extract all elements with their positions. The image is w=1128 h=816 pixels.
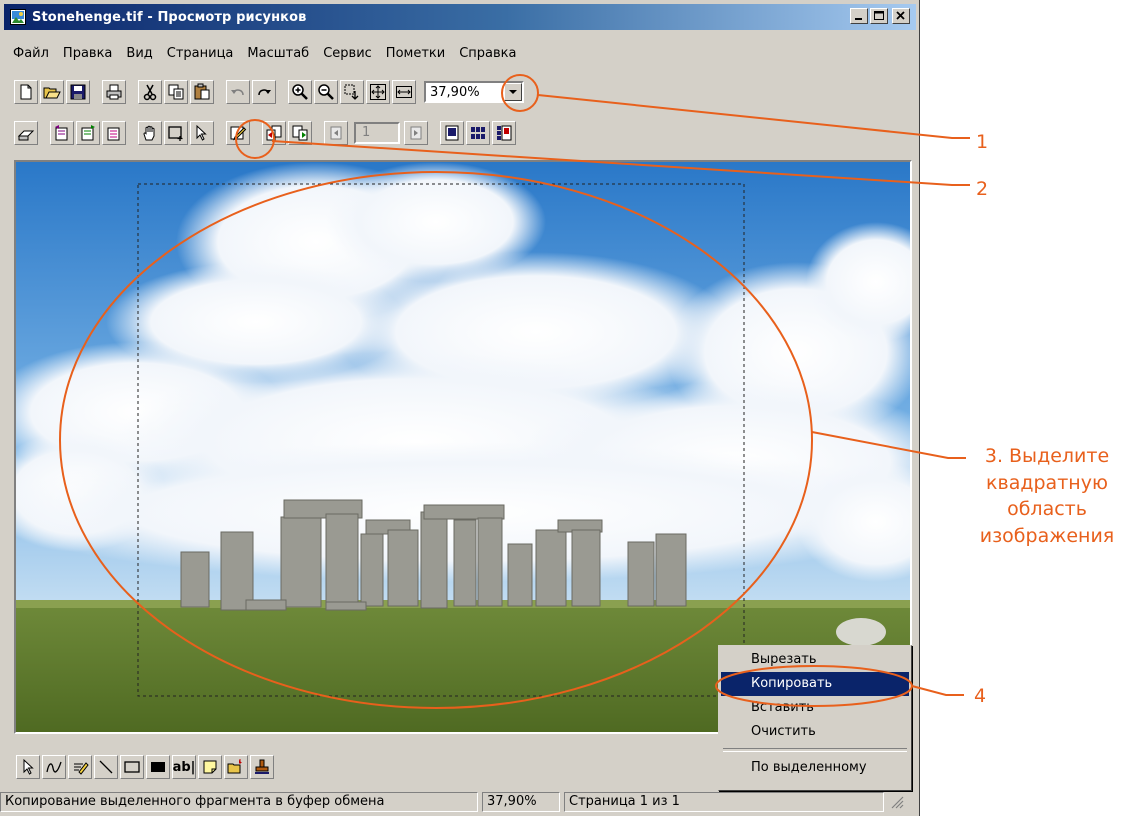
hollow-rectangle-icon[interactable]: [120, 755, 144, 779]
chevron-down-icon[interactable]: [504, 83, 522, 101]
new-icon[interactable]: [14, 80, 38, 104]
scan-icon[interactable]: [14, 121, 38, 145]
zoom-out-icon[interactable]: [314, 80, 338, 104]
copy-icon[interactable]: [164, 80, 188, 104]
menu-annotations[interactable]: Пометки: [379, 46, 452, 61]
maximize-icon[interactable]: [870, 8, 888, 24]
menu-help[interactable]: Справка: [452, 46, 523, 61]
straight-line-icon[interactable]: [94, 755, 118, 779]
close-icon[interactable]: [892, 8, 910, 24]
menu-bar: Файл Правка Вид Страница Масштаб Сервис …: [6, 42, 524, 64]
cut-icon[interactable]: [138, 80, 162, 104]
menu-view[interactable]: Вид: [119, 46, 159, 61]
callout-label-2: 2: [976, 178, 989, 200]
status-bar: Копирование выделенного фрагмента в буфе…: [0, 790, 920, 814]
status-zoom: 37,90%: [482, 792, 560, 812]
callout-3-line-2: квадратную: [986, 471, 1108, 494]
callout-label-3: 3. Выделите квадратную область изображен…: [968, 443, 1126, 549]
save-icon[interactable]: [66, 80, 90, 104]
zoom-in-icon[interactable]: [288, 80, 312, 104]
context-paste[interactable]: Вставить: [721, 696, 909, 720]
callout-3-line-4: изображения: [979, 524, 1115, 547]
window-title: Stonehenge.tif - Просмотр рисунков: [32, 9, 307, 25]
menu-zoom[interactable]: Масштаб: [240, 46, 316, 61]
menu-file[interactable]: Файл: [6, 46, 56, 61]
resize-grip-icon[interactable]: [890, 795, 904, 809]
callout-label-1: 1: [976, 131, 989, 153]
annotation-toolbar: ab|: [16, 752, 276, 782]
menu-page[interactable]: Страница: [160, 46, 241, 61]
thumbnails-icon[interactable]: [466, 121, 490, 145]
print-icon[interactable]: [102, 80, 126, 104]
text-icon[interactable]: ab|: [172, 755, 196, 779]
page-and-thumbnails-icon[interactable]: [492, 121, 516, 145]
callout-3-line-3: область: [1007, 498, 1087, 521]
zoom-value: 37,90%: [430, 84, 480, 100]
context-menu: Вырезать Копировать Вставить Очистить По…: [718, 645, 912, 791]
standard-toolbar: 37,90%: [14, 77, 524, 107]
pointer-icon[interactable]: [190, 121, 214, 145]
callout-label-4: 4: [974, 685, 987, 707]
zoom-rectangle-icon[interactable]: [340, 80, 364, 104]
open-icon[interactable]: [40, 80, 64, 104]
page-insert-icon[interactable]: [262, 121, 286, 145]
redo-icon[interactable]: [252, 80, 276, 104]
page-number-field[interactable]: 1: [354, 122, 400, 144]
context-cut[interactable]: Вырезать: [721, 648, 909, 672]
callout-3-line-1: 3. Выделите: [984, 445, 1110, 467]
best-fit-icon[interactable]: [366, 80, 390, 104]
picture-viewer-window: Stonehenge.tif - Просмотр рисунков Файл …: [0, 0, 920, 816]
select-annotation-icon[interactable]: [16, 755, 40, 779]
text-tool-label: ab|: [172, 759, 196, 775]
app-icon: [10, 9, 26, 25]
flip-icon[interactable]: [102, 121, 126, 145]
fit-width-icon[interactable]: [392, 80, 416, 104]
annotation-edit-icon[interactable]: [226, 121, 250, 145]
status-message: Копирование выделенного фрагмента в буфе…: [0, 792, 478, 812]
context-separator: [723, 748, 907, 752]
freehand-line-icon[interactable]: [42, 755, 66, 779]
menu-tools[interactable]: Сервис: [316, 46, 379, 61]
text-from-file-icon[interactable]: [224, 755, 248, 779]
page-append-icon[interactable]: [288, 121, 312, 145]
note-icon[interactable]: [198, 755, 222, 779]
context-clear[interactable]: Очистить: [721, 720, 909, 744]
highlighter-icon[interactable]: [68, 755, 92, 779]
rotate-left-icon[interactable]: [50, 121, 74, 145]
imaging-toolbar: 1: [14, 118, 518, 148]
menu-edit[interactable]: Правка: [56, 46, 119, 61]
title-bar[interactable]: Stonehenge.tif - Просмотр рисунков: [4, 4, 916, 30]
context-copy[interactable]: Копировать: [721, 672, 909, 696]
minimize-icon[interactable]: [850, 8, 868, 24]
filled-rectangle-icon[interactable]: [146, 755, 170, 779]
next-page-icon[interactable]: [404, 121, 428, 145]
stamp-icon[interactable]: [250, 755, 274, 779]
status-page: Страница 1 из 1: [564, 792, 884, 812]
zoom-combo[interactable]: 37,90%: [424, 81, 524, 103]
context-fit-selection[interactable]: По выделенному: [721, 756, 909, 780]
paste-icon[interactable]: [190, 80, 214, 104]
rotate-right-icon[interactable]: [76, 121, 100, 145]
prev-page-icon[interactable]: [324, 121, 348, 145]
undo-icon[interactable]: [226, 80, 250, 104]
single-page-icon[interactable]: [440, 121, 464, 145]
select-rectangle-icon[interactable]: [164, 121, 188, 145]
pan-hand-icon[interactable]: [138, 121, 162, 145]
